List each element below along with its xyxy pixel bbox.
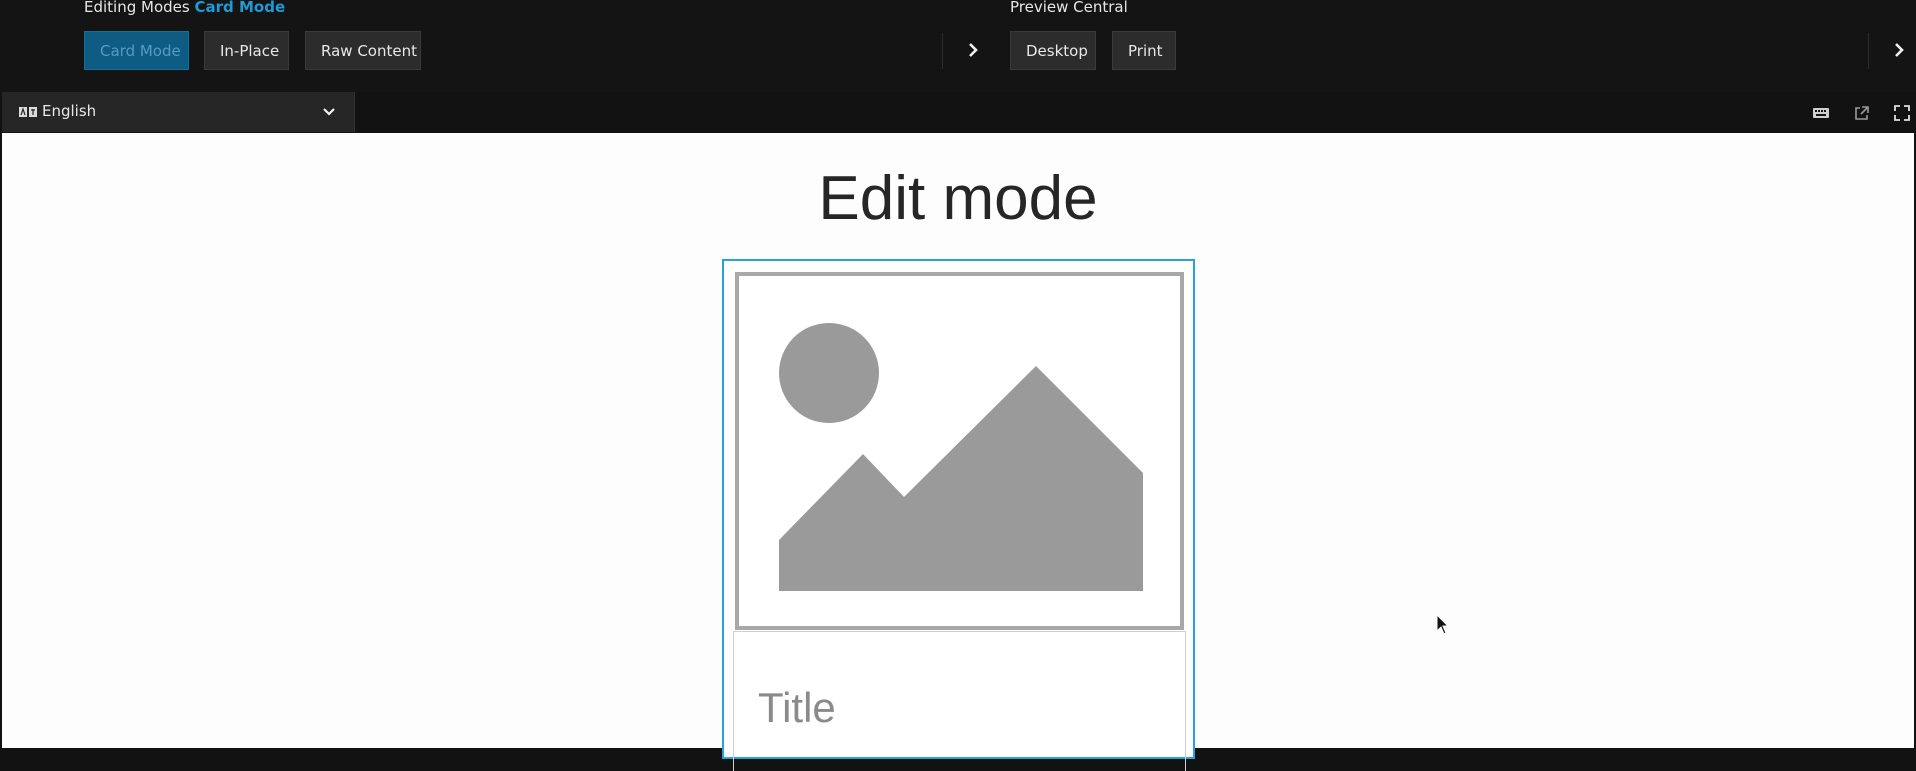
card-image-placeholder[interactable]: [735, 272, 1184, 630]
card-body: Title: [733, 631, 1186, 771]
top-toolbar: Editing Modes Card Mode Card Mode In-Pla…: [0, 0, 1916, 92]
in-place-button[interactable]: In-Place: [204, 31, 289, 70]
external-link-icon[interactable]: [1853, 104, 1871, 122]
desktop-button[interactable]: Desktop: [1010, 31, 1096, 70]
fullscreen-icon[interactable]: [1893, 104, 1911, 122]
toolbar-divider: [942, 33, 943, 69]
toolbar-divider: [1868, 33, 1869, 69]
image-placeholder-icon: [779, 323, 1143, 591]
editing-modes-heading: Editing Modes Card Mode: [84, 0, 285, 16]
preview-central-label: Preview Central: [1010, 0, 1128, 16]
raw-content-button[interactable]: Raw Content: [305, 31, 421, 70]
keyboard-icon[interactable]: [1812, 104, 1830, 122]
chevron-down-icon: [323, 108, 335, 116]
editing-modes-label: Editing Modes: [84, 0, 190, 16]
card-mode-button[interactable]: Card Mode: [84, 31, 189, 70]
translate-icon: [19, 107, 37, 117]
language-label: English: [42, 102, 97, 120]
content-card[interactable]: Title: [722, 259, 1195, 771]
print-button[interactable]: Print: [1112, 31, 1176, 70]
current-mode-label: Card Mode: [194, 0, 286, 16]
editor-canvas: Edit mode Title: [2, 133, 1914, 771]
page-title: Edit mode: [818, 164, 1098, 233]
chevron-right-icon[interactable]: [962, 38, 984, 62]
mouse-cursor-icon: [1436, 614, 1450, 635]
chevron-right-icon[interactable]: [1888, 38, 1910, 62]
card-title[interactable]: Title: [758, 684, 836, 732]
language-selector[interactable]: English: [2, 92, 355, 132]
